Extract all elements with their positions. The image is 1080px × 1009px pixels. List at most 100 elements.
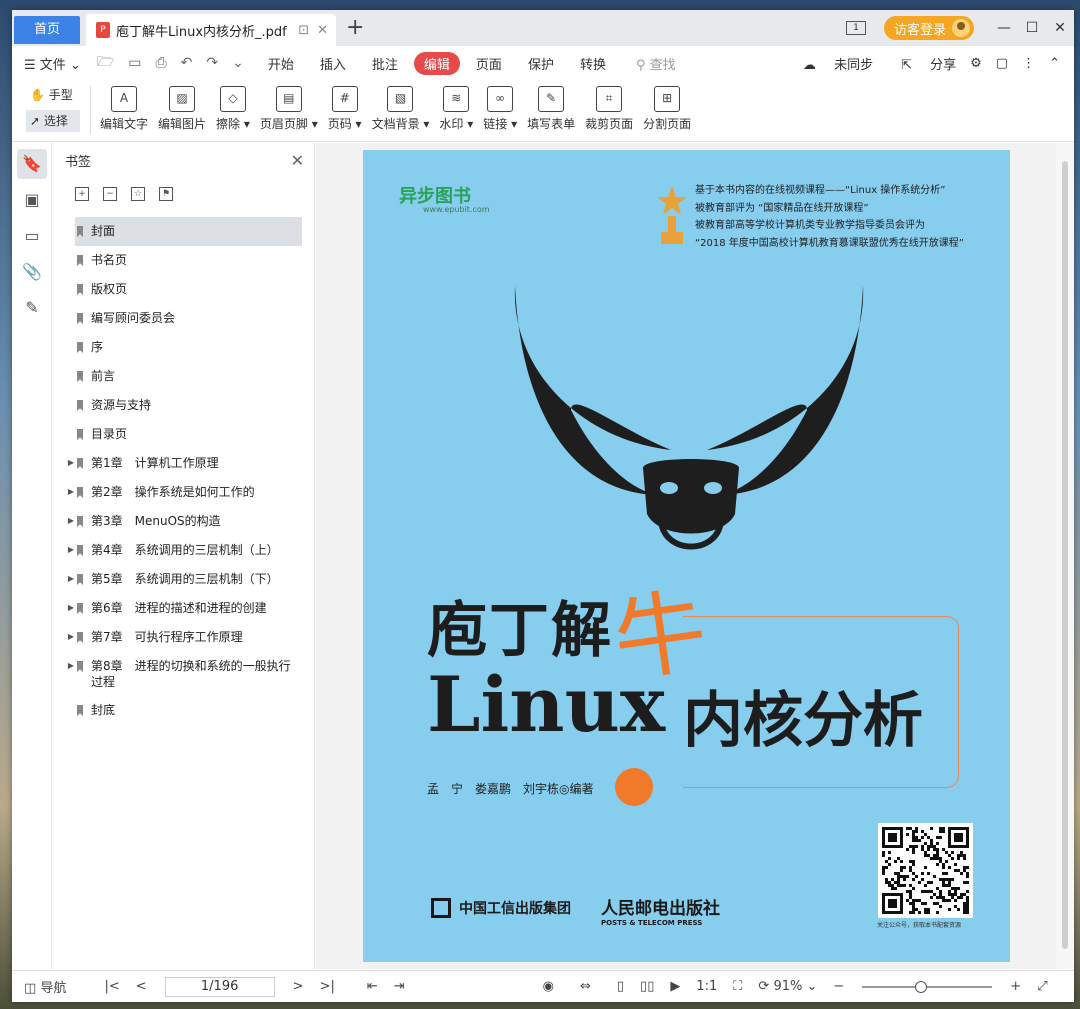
save-icon[interactable]: ▭ [128, 55, 141, 71]
bookmark-item[interactable]: 编写顾问委员会 [53, 304, 314, 333]
tool-page-number[interactable]: # 页码 ▾ [328, 84, 362, 132]
scrollbar-thumb[interactable] [1062, 161, 1068, 949]
fullscreen-icon[interactable]: ⤢ [1037, 979, 1047, 994]
new-tab-button[interactable]: + [346, 16, 364, 40]
eye-mode-icon[interactable]: ◉ [543, 979, 554, 994]
sync-button[interactable]: ☁ 未同步 [789, 54, 873, 73]
tool-split[interactable]: ⊞ 分割页面 [643, 84, 691, 132]
expand-arrow-icon[interactable]: ▶ [65, 484, 77, 500]
page-number-input[interactable]: 1/196 [164, 976, 275, 997]
bookmark-item[interactable]: 版权页 [53, 275, 314, 304]
file-menu[interactable]: ☰ 文件 ⌄ [24, 54, 81, 73]
attachment-icon[interactable]: 📎 [17, 257, 47, 287]
print-icon[interactable]: ⎙ [155, 55, 166, 71]
bookmark-item[interactable]: ▶ 第3章 MenuOS的构造 [53, 507, 314, 536]
prev-page-icon[interactable]: < [136, 979, 147, 994]
hand-mode-button[interactable]: ✋ 手型 [26, 84, 80, 106]
minimize-icon[interactable]: — [990, 20, 1018, 36]
tool-form[interactable]: ✎ 填写表单 [527, 84, 575, 132]
tool-header-footer[interactable]: ▤ 页眉页脚 ▾ [260, 84, 318, 132]
fit-page-icon[interactable]: ⛶ [733, 979, 742, 994]
zoom-slider[interactable] [862, 980, 993, 993]
signature-icon[interactable]: ✎ [17, 293, 47, 323]
tab-convert[interactable]: 转换 [570, 52, 616, 75]
tab-protect[interactable]: 保护 [518, 52, 564, 75]
zoom-slider-knob[interactable] [914, 980, 927, 993]
zoom-select[interactable]: ⟳ 91% ⌄ [758, 979, 817, 994]
zoom-out-icon[interactable]: − [833, 979, 844, 994]
bookmark-item[interactable]: 序 [53, 333, 314, 362]
redo-icon[interactable]: ↷ [206, 55, 218, 71]
open-icon[interactable]: 🗁 [97, 51, 114, 75]
nav-toggle[interactable]: ◫ 导航 [24, 977, 66, 996]
bookmark-item[interactable]: ▶ 第4章 系统调用的三层机制（上） [53, 536, 314, 565]
bookmark-item[interactable]: 资源与支持 [53, 391, 314, 420]
search-box[interactable]: ⚲ 查找 [636, 54, 676, 73]
collapse-ribbon-icon[interactable]: ⌃ [1049, 56, 1060, 71]
forward-icon[interactable]: ⇥ [394, 979, 405, 994]
annotation-panel-icon[interactable]: ▭ [17, 221, 47, 251]
more-icon[interactable]: ⋮ [1022, 56, 1035, 71]
window-layout-icon[interactable]: 1 [845, 21, 866, 35]
bookmark-panel-icon[interactable]: 🔖 [17, 149, 47, 179]
add-bookmark-icon[interactable]: + [75, 187, 89, 201]
bookmark-item[interactable]: ▶ 第7章 可执行程序工作原理 [53, 623, 314, 652]
actual-size-icon[interactable]: 1:1 [696, 979, 717, 994]
expand-arrow-icon[interactable]: ▶ [65, 658, 77, 674]
play-icon[interactable]: ▶ [670, 979, 680, 994]
vertical-scrollbar[interactable] [1056, 143, 1074, 969]
comment-icon[interactable]: ▢ [996, 56, 1008, 71]
fit-width-icon[interactable]: ⇔ [580, 979, 591, 994]
bookmark-item[interactable]: 前言 [53, 362, 314, 391]
bookmark-item[interactable]: 书名页 [53, 246, 314, 275]
tool-background[interactable]: ▧ 文档背景 ▾ [372, 84, 429, 132]
tool-edit-image[interactable]: ▨ 编辑图片 [158, 84, 206, 132]
tab-start[interactable]: 开始 [258, 52, 304, 75]
bookmark-star-icon[interactable]: ☆ [131, 187, 145, 201]
tool-link[interactable]: ∞ 链接 ▾ [483, 84, 517, 132]
expand-arrow-icon[interactable]: ▶ [65, 629, 77, 645]
thumbnail-icon[interactable]: ▣ [17, 185, 47, 215]
bookmark-item[interactable]: 封底 [53, 696, 314, 725]
quick-access-dropdown-icon[interactable]: ⌄ [232, 55, 244, 71]
tab-insert[interactable]: 插入 [310, 52, 356, 75]
first-page-icon[interactable]: |< [104, 979, 119, 994]
double-page-icon[interactable]: ▯▯ [640, 979, 654, 994]
tab-edit[interactable]: 编辑 [413, 51, 460, 75]
tool-watermark[interactable]: ≋ 水印 ▾ [439, 84, 473, 132]
tool-crop[interactable]: ⌗ 裁剪页面 [585, 84, 633, 132]
expand-arrow-icon[interactable]: ▶ [65, 600, 77, 616]
bookmark-item[interactable]: 目录页 [53, 420, 314, 449]
tab-document[interactable]: P 庖丁解牛Linux内核分析_.pdf ⊡ ✕ [86, 14, 336, 46]
expand-arrow-icon[interactable]: ▶ [65, 455, 77, 471]
share-button[interactable]: ⇱ 分享 [887, 54, 956, 73]
bookmark-flag-icon[interactable]: ⚑ [159, 187, 173, 201]
bookmark-item[interactable]: ▶ 第6章 进程的描述和进程的创建 [53, 594, 314, 623]
login-button[interactable]: 访客登录 [883, 16, 974, 40]
tab-home[interactable]: 首页 [14, 16, 80, 44]
single-page-icon[interactable]: ▯ [617, 979, 624, 994]
bookmark-item[interactable]: ▶ 第1章 计算机工作原理 [53, 449, 314, 478]
expand-arrow-icon[interactable]: ▶ [65, 513, 77, 529]
undo-icon[interactable]: ↶ [181, 55, 193, 71]
bookmark-item[interactable]: ▶ 第2章 操作系统是如何工作的 [53, 478, 314, 507]
tab-annotate[interactable]: 批注 [362, 52, 408, 75]
settings-icon[interactable]: ⚙ [970, 56, 982, 71]
bookmark-item[interactable]: 封面 [75, 217, 302, 246]
bookmark-item[interactable]: ▶ 第5章 系统调用的三层机制（下） [53, 565, 314, 594]
tab-page[interactable]: 页面 [466, 52, 512, 75]
expand-arrow-icon[interactable]: ▶ [65, 542, 77, 558]
close-tab-icon[interactable]: ✕ [317, 23, 328, 38]
tool-edit-text[interactable]: A 编辑文字 [100, 84, 148, 132]
back-icon[interactable]: ⇤ [367, 979, 378, 994]
next-page-icon[interactable]: > [293, 979, 304, 994]
zoom-in-icon[interactable]: + [1010, 979, 1021, 994]
bookmark-item[interactable]: ▶ 第8章 进程的切换和系统的一般执行过程 [53, 652, 314, 696]
last-page-icon[interactable]: >| [320, 979, 335, 994]
tool-eraser[interactable]: ◇ 擦除 ▾ [216, 84, 250, 132]
pin-icon[interactable]: ⊡ [298, 23, 309, 38]
select-mode-button[interactable]: ➚ 选择 [26, 110, 80, 132]
close-window-icon[interactable]: ✕ [1046, 20, 1074, 36]
expand-arrow-icon[interactable]: ▶ [65, 571, 77, 587]
remove-bookmark-icon[interactable]: − [103, 187, 117, 201]
